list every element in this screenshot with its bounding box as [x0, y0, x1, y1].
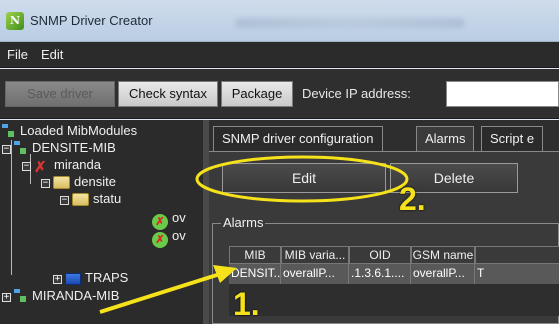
folder-icon [53, 176, 70, 189]
collapse-icon[interactable]: − [2, 145, 11, 154]
alarms-group-label: Alarms [221, 215, 266, 230]
module-node-icon [2, 124, 16, 138]
branch-node-icon: ✗ [34, 159, 47, 176]
alarms-group: Alarms MIB MIB varia... OID GSM name DEN… [212, 215, 559, 324]
column-header-mib[interactable]: MIB [229, 246, 281, 264]
toolbar: Save driver Check syntax Package Device … [0, 69, 559, 119]
alarm-node-icon: ✗ [152, 232, 168, 248]
expand-icon[interactable]: + [2, 293, 11, 302]
expand-icon[interactable]: + [53, 275, 62, 284]
edit-button[interactable]: Edit [222, 163, 386, 193]
device-ip-label: Device IP address: [302, 86, 411, 101]
tree-item-ov-2[interactable]: ✗ ov [152, 228, 186, 248]
tree-root-label: Loaded MibModules [20, 123, 138, 138]
mib-tree: Loaded MibModules − DENSITE-MIB − ✗ miranda… [0, 120, 203, 324]
table-cell[interactable]: .1.3.6.1.... [349, 264, 411, 284]
tree-root[interactable]: Loaded MibModules [2, 123, 137, 139]
table-cell[interactable]: T [475, 264, 559, 284]
window-title: SNMP Driver Creator [30, 13, 153, 28]
tree-item-label: densite [74, 174, 116, 189]
menu-bar: File Edit [0, 42, 559, 68]
tree-item-densite-mib[interactable]: − DENSITE-MIB [2, 140, 116, 156]
collapse-icon[interactable]: − [22, 162, 31, 171]
tree-item-label: DENSITE-MIB [32, 140, 116, 155]
tree-item-statu[interactable]: − statu [60, 191, 121, 207]
module-node-icon [14, 289, 28, 303]
table-cell[interactable]: DENSIT... [229, 264, 281, 284]
traps-icon [65, 273, 81, 285]
tree-item-traps[interactable]: + TRAPS [53, 270, 128, 286]
title-bar: N SNMP Driver Creator [0, 0, 559, 42]
collapse-icon[interactable]: − [60, 196, 69, 205]
tree-item-densite[interactable]: − densite [41, 174, 116, 190]
menu-file[interactable]: File [7, 47, 28, 62]
folder-icon [72, 193, 89, 206]
tab-alarms[interactable]: Alarms [416, 126, 475, 152]
alarms-table: MIB MIB varia... OID GSM name DENSIT... … [229, 246, 559, 316]
tree-item-label: statu [93, 191, 122, 206]
column-header-gsm-name[interactable]: GSM name [411, 246, 475, 264]
check-syntax-button[interactable]: Check syntax [118, 81, 218, 107]
annotation-step-1: 1. [233, 286, 260, 322]
menu-edit[interactable]: Edit [41, 47, 63, 62]
main-panel: SNMP driver configuration Alarms Script … [209, 120, 559, 324]
column-header-oid[interactable]: OID [349, 246, 411, 264]
annotation-step-2: 2. [399, 181, 426, 217]
blurred-title-region [235, 18, 465, 28]
tree-item-label: MIRANDA-MIB [32, 288, 120, 303]
tree-item-label: ov [172, 210, 186, 225]
app-icon: N [6, 12, 24, 30]
module-node-icon [14, 141, 28, 155]
table-cell[interactable]: overallP... [411, 264, 475, 284]
save-driver-button[interactable]: Save driver [5, 81, 115, 107]
tab-script-editor[interactable]: Script e [481, 126, 544, 152]
tree-item-ov-1[interactable]: ✗ ov [152, 210, 186, 230]
device-ip-input[interactable] [446, 81, 559, 107]
column-header-extra[interactable] [475, 246, 559, 264]
tree-item-miranda[interactable]: − ✗ miranda [22, 157, 101, 176]
package-button[interactable]: Package [221, 81, 293, 107]
tree-item-label: miranda [54, 157, 101, 172]
column-header-mib-variable[interactable]: MIB varia... [281, 246, 349, 264]
tree-item-label: ov [172, 228, 186, 243]
tree-item-miranda-mib[interactable]: + MIRANDA-MIB [2, 288, 119, 304]
tab-snmp-driver-configuration[interactable]: SNMP driver configuration [213, 126, 383, 152]
table-cell[interactable]: overallP... [281, 264, 349, 284]
tree-item-label: TRAPS [85, 270, 129, 285]
collapse-icon[interactable]: − [41, 179, 50, 188]
